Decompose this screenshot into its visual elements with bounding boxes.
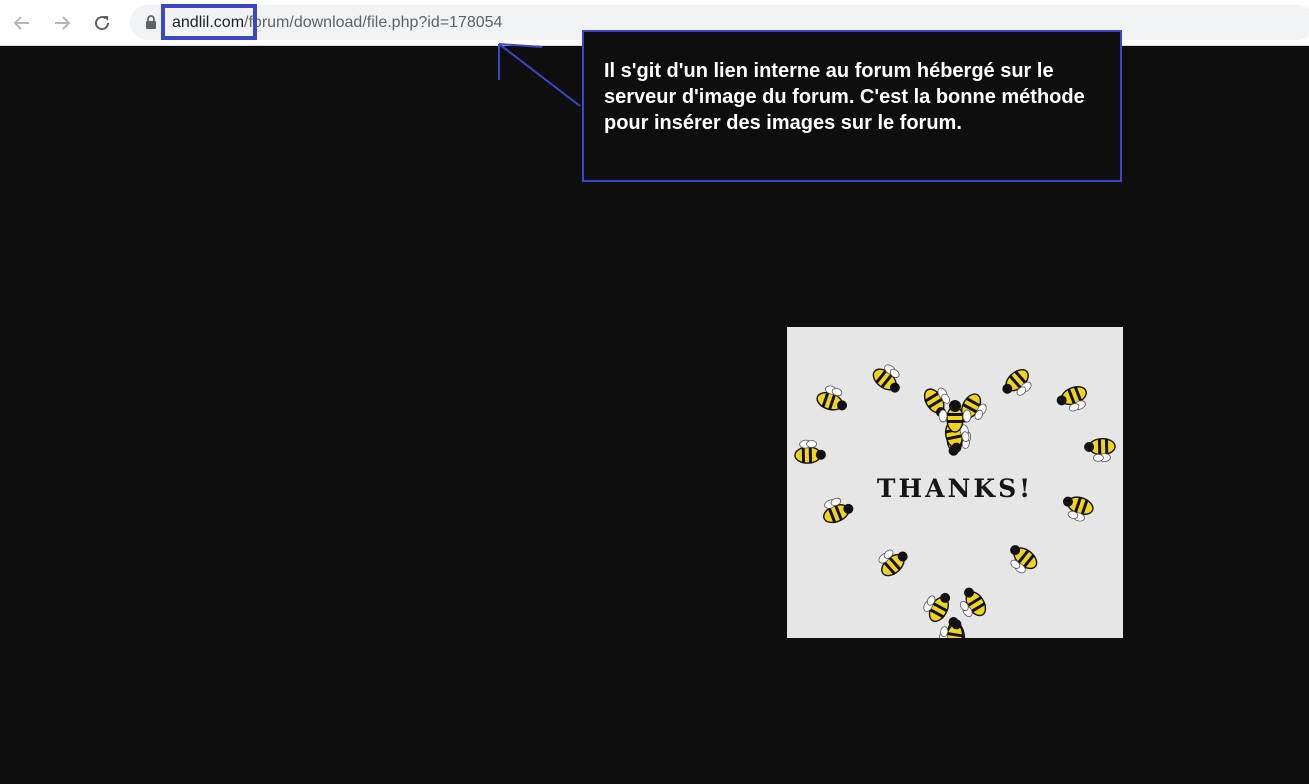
bee-icon	[872, 364, 900, 393]
host-highlight-box	[161, 4, 257, 40]
arrow-left-icon	[13, 16, 29, 30]
bee-icon	[878, 549, 908, 577]
bee-icon	[1056, 385, 1087, 412]
bee-icon	[816, 385, 848, 411]
bee-icon	[794, 439, 826, 464]
bee-icon	[1010, 545, 1038, 574]
image-caption: THANKS!	[876, 474, 1034, 503]
url-path: /forum/download/file.php?id=178054	[244, 14, 503, 31]
bee-icon	[1084, 437, 1116, 463]
arrow-right-icon	[55, 16, 71, 30]
bee-icon	[1002, 369, 1032, 396]
annotation-text: Il s'git d'un lien interne au forum hébe…	[604, 60, 1085, 134]
annotation-callout: Il s'git d'un lien interne au forum hébe…	[582, 30, 1122, 182]
bee-heart-image: THANKS!	[787, 327, 1123, 638]
bee-icon	[923, 592, 951, 623]
lock-icon[interactable]	[145, 15, 157, 30]
reload-icon	[95, 16, 110, 31]
bee-icon	[959, 587, 987, 618]
reload-button[interactable]	[88, 9, 116, 37]
back-button[interactable]	[8, 9, 36, 37]
forward-button[interactable]	[48, 9, 76, 37]
